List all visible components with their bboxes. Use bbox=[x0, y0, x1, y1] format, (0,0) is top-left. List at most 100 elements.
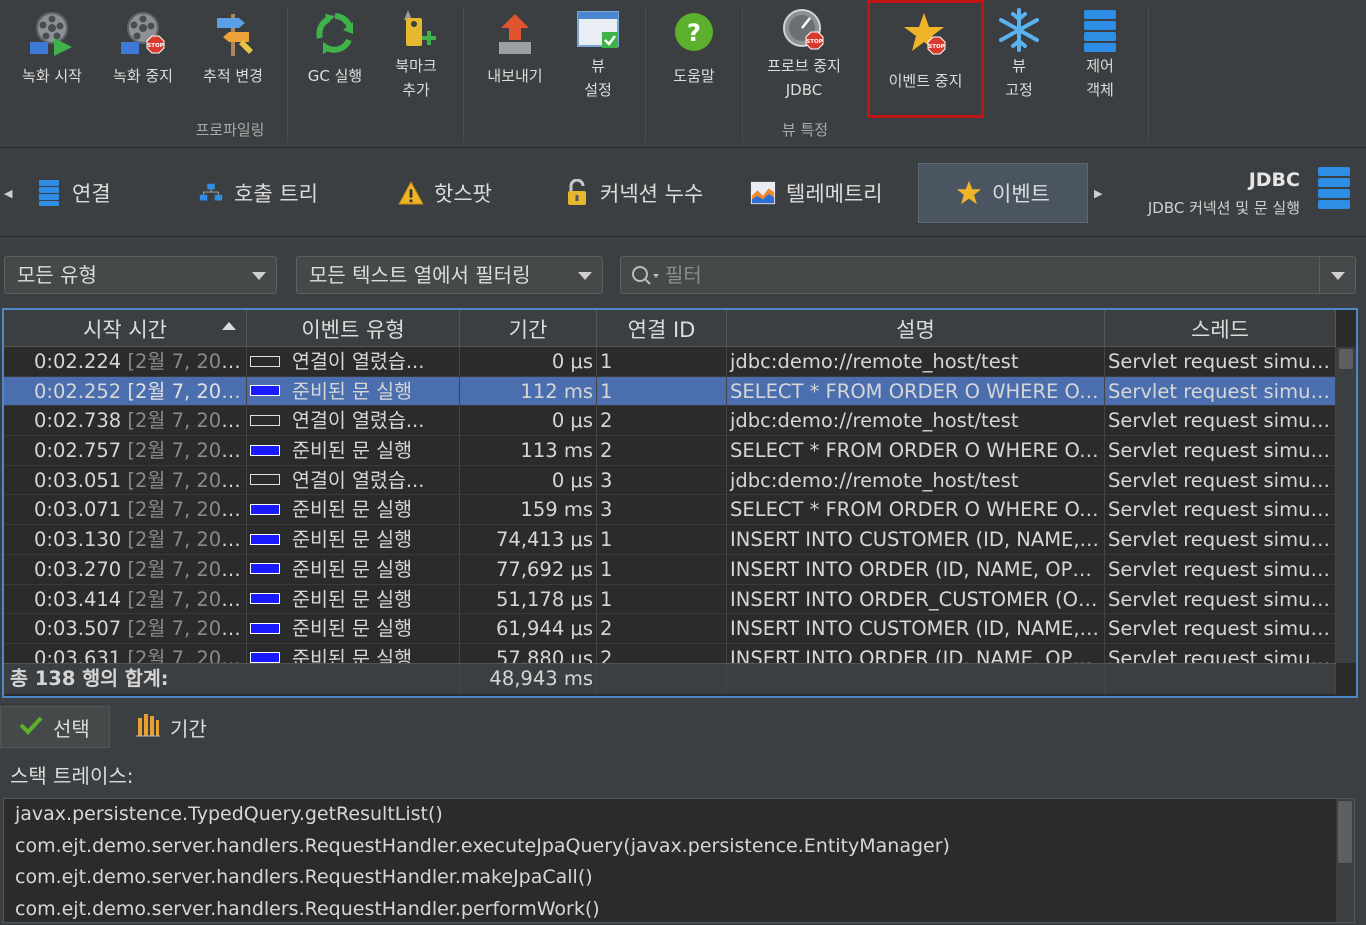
stack-frame[interactable]: com.ejt.demo.server.handlers.RequestHand… bbox=[4, 862, 1354, 894]
stack-frame[interactable]: com.ejt.demo.server.handlers.RequestHand… bbox=[4, 894, 1354, 923]
event-type-cell: 준비된 문 실행 bbox=[247, 376, 460, 406]
change-tracking-button[interactable]: 추적 변경 bbox=[190, 4, 276, 116]
table-row[interactable]: 0:02.757 [2월 7, 2025 ...준비된 문 실행113 ms2S… bbox=[4, 436, 1336, 466]
column-header-start-time[interactable]: 시작 시간 bbox=[4, 310, 247, 347]
statement-color-swatch bbox=[250, 622, 280, 634]
tab-connection-leaks[interactable]: 커넥션 누수 bbox=[550, 163, 717, 223]
connection-id-cell: 1 bbox=[597, 347, 727, 376]
gauge-stop-icon: STOP bbox=[780, 6, 828, 54]
stack-trace-label: 스택 트레이스: bbox=[10, 764, 134, 788]
stop-events-label: 이벤트 중지 bbox=[888, 72, 963, 90]
tab-events[interactable]: 이벤트 bbox=[918, 163, 1088, 223]
footer-total-duration: 48,943 ms bbox=[460, 664, 597, 694]
column-header-connection-id[interactable]: 연결 ID bbox=[597, 310, 727, 347]
start-date-value: [2월 7, 2025 ... bbox=[127, 498, 247, 522]
table-row[interactable]: 0:03.130 [2월 7, 2025 ... 준비된 문 실행 74,413 μ… bbox=[4, 525, 1336, 555]
table-row[interactable]: 0:03.051 [2월 7, 2025 ... 연결이 열렸습... 0 μs3j… bbox=[4, 465, 1336, 496]
events-table: 시작 시간 이벤트 유형 기간 연결 ID 설명 스레드 0:02.224 [2… bbox=[2, 308, 1358, 698]
start-date-value: [2월 7, 2025 ... bbox=[127, 587, 247, 611]
duration-toggle-button[interactable]: 기간 bbox=[136, 706, 207, 748]
tab-telemetry[interactable]: 텔레메트리 bbox=[736, 163, 897, 223]
column-header-label: 연결 ID bbox=[627, 317, 696, 342]
thread-cell: Servlet request simulat... bbox=[1105, 436, 1336, 465]
connection-id-cell: 3 bbox=[597, 495, 727, 525]
tab-label: 텔레메트리 bbox=[786, 182, 883, 206]
stop-events-button[interactable]: STOP 이벤트 중지 bbox=[867, 0, 984, 118]
footer-cell bbox=[727, 664, 1105, 694]
table-row[interactable]: 0:03.631 [2월 7, 2025 ... 준비된 문 실행 57,880 μ… bbox=[4, 643, 1336, 663]
start-time-cell: 0:03.631 [2월 7, 2025 ... bbox=[4, 643, 247, 663]
table-scrollbar[interactable] bbox=[1336, 347, 1356, 663]
scroll-right-icon[interactable]: ▶ bbox=[1094, 187, 1102, 200]
duration-cell: 0 μs bbox=[460, 347, 597, 376]
bookmark-add-icon bbox=[392, 6, 440, 54]
start-time-value: 0:02.738 bbox=[34, 409, 122, 433]
start-time-value: 0:02.757 bbox=[34, 439, 122, 463]
add-bookmark-button[interactable]: 북마크 추가 bbox=[380, 4, 452, 116]
start-time-value: 0:02.252 bbox=[34, 379, 122, 403]
column-header-event-type[interactable]: 이벤트 유형 bbox=[247, 310, 460, 347]
event-type-cell: 준비된 문 실행 bbox=[247, 436, 460, 465]
table-row[interactable]: 0:03.414 [2월 7, 2025 ... 준비된 문 실행 51,178 μ… bbox=[4, 584, 1336, 615]
column-header-duration[interactable]: 기간 bbox=[460, 310, 597, 347]
chevron-down-icon bbox=[252, 272, 266, 280]
probe-title: JDBC bbox=[1248, 169, 1300, 191]
description-cell: jdbc:demo://remote_host/test bbox=[727, 465, 1105, 495]
search-icon bbox=[631, 265, 661, 291]
control-objects-button[interactable]: 제어 객체 bbox=[1070, 4, 1130, 116]
statement-color-swatch bbox=[250, 444, 280, 456]
search-input[interactable] bbox=[665, 260, 1305, 290]
tab-hotspots[interactable]: 핫스팟 bbox=[384, 163, 506, 223]
view-settings-button[interactable]: 뷰 설정 bbox=[566, 4, 630, 116]
help-button[interactable]: ? 도움말 bbox=[656, 4, 732, 116]
export-button[interactable]: 내보내기 bbox=[474, 4, 556, 116]
run-gc-button[interactable]: GC 실행 bbox=[296, 4, 374, 116]
thread-cell: Servlet request simulat... bbox=[1105, 614, 1336, 643]
thread-cell: Servlet request simulat... bbox=[1105, 643, 1336, 663]
stack-trace-list: javax.persistence.TypedQuery.getResultLi… bbox=[3, 798, 1355, 923]
event-type-cell: 준비된 문 실행 bbox=[247, 495, 460, 525]
start-time-value: 0:03.507 bbox=[34, 617, 122, 641]
description-cell: SELECT * FROM ORDER O WHERE O.D... bbox=[727, 495, 1105, 525]
stack-scrollbar[interactable] bbox=[1336, 799, 1354, 922]
help-icon: ? bbox=[670, 10, 718, 58]
connection-id-cell: 2 bbox=[597, 406, 727, 436]
table-row[interactable]: 0:03.071 [2월 7, 2025 ...준비된 문 실행159 ms3S… bbox=[4, 495, 1336, 526]
probe-header: JDBC JDBC 커넥션 및 문 실행 bbox=[1148, 169, 1300, 218]
start-recording-button[interactable]: 녹화 시작 bbox=[6, 4, 98, 116]
duration-cell: 51,178 μs bbox=[460, 584, 597, 614]
statement-color-swatch bbox=[250, 593, 280, 604]
stack-frame[interactable]: com.ejt.demo.server.handlers.RequestHand… bbox=[4, 831, 1354, 863]
scrollbar-thumb[interactable] bbox=[1339, 349, 1353, 369]
control-objects-label: 제어 객체 bbox=[1086, 57, 1114, 99]
table-row[interactable]: 0:02.252 [2월 7, 2025 ...준비된 문 실행112 ms1S… bbox=[4, 376, 1336, 407]
table-row[interactable]: 0:02.738 [2월 7, 2025 ... 연결이 열렸습... 0 μs2j… bbox=[4, 406, 1336, 437]
duration-cell: 0 μs bbox=[460, 465, 597, 495]
scroll-left-icon[interactable]: ◀ bbox=[4, 187, 12, 200]
description-cell: jdbc:demo://remote_host/test bbox=[727, 406, 1105, 436]
tab-label: 핫스팟 bbox=[434, 182, 492, 206]
stop-probe-jdbc-button[interactable]: STOP 프로브 중지 JDBC bbox=[752, 4, 856, 116]
connection-id-cell: 1 bbox=[597, 584, 727, 614]
table-row[interactable]: 0:02.224 [2월 7, 2025 ... 연결이 열렸습... 0 μs1j… bbox=[4, 347, 1336, 377]
freeze-view-button[interactable]: 뷰 고정 bbox=[992, 4, 1046, 116]
tab-connections[interactable]: 연결 bbox=[22, 163, 125, 223]
tab-call-tree[interactable]: 호출 트리 bbox=[184, 163, 332, 223]
stop-recording-button[interactable]: STOP 녹화 중지 bbox=[100, 4, 186, 116]
table-row[interactable]: 0:03.507 [2월 7, 2025 ... 준비된 문 실행 61,944 μ… bbox=[4, 614, 1336, 644]
stop-probe-jdbc-label: 프로브 중지 JDBC bbox=[767, 57, 841, 99]
text-column-filter-select[interactable]: 모든 텍스트 열에서 필터링 bbox=[296, 256, 603, 294]
scrollbar-thumb[interactable] bbox=[1338, 801, 1352, 863]
search-history-dropdown[interactable] bbox=[1319, 257, 1355, 293]
statement-color-swatch bbox=[250, 652, 280, 663]
selection-toggle-button[interactable]: 선택 bbox=[0, 706, 110, 748]
stack-frame[interactable]: javax.persistence.TypedQuery.getResultLi… bbox=[4, 799, 1354, 831]
group-label-profiling: 프로파일링 bbox=[195, 121, 265, 139]
column-header-description[interactable]: 설명 bbox=[727, 310, 1105, 347]
event-type-filter-select[interactable]: 모든 유형 bbox=[4, 256, 277, 294]
start-time-cell: 0:03.414 [2월 7, 2025 ... bbox=[4, 584, 247, 614]
table-row[interactable]: 0:03.270 [2월 7, 2025 ... 준비된 문 실행 77,692 μ… bbox=[4, 554, 1336, 585]
column-header-thread[interactable]: 스레드 bbox=[1105, 310, 1336, 347]
description-cell: INSERT INTO ORDER (ID, NAME, OPTI... bbox=[727, 554, 1105, 584]
recycle-icon bbox=[311, 10, 359, 58]
